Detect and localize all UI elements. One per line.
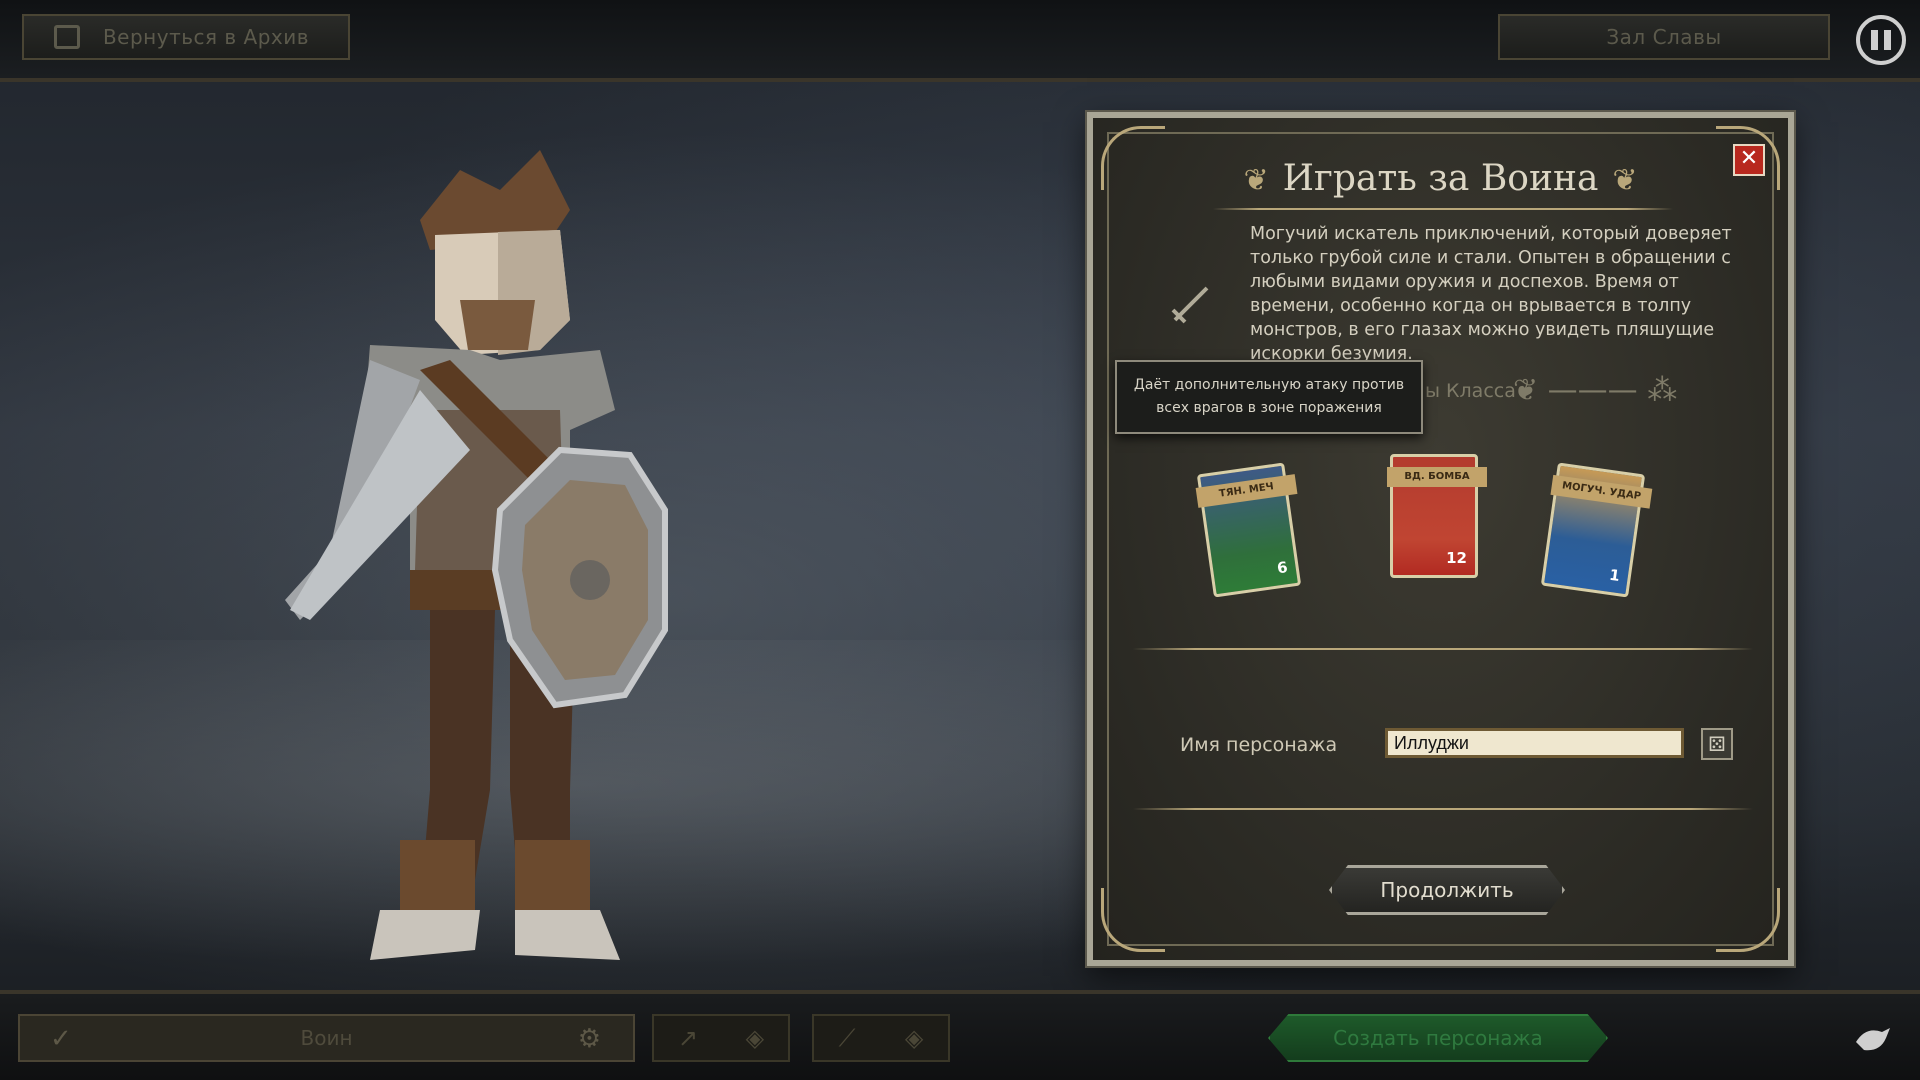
create-character-button[interactable]: Создать персонажа	[1268, 1014, 1608, 1062]
cards-divider	[1133, 648, 1753, 650]
skill-card-value: 6	[1275, 558, 1289, 578]
class-info-panel: ✕ ❦ Играть за Воина ❦ Могучий искатель при…	[1087, 112, 1794, 966]
pause-icon	[1871, 30, 1878, 50]
character-name-input[interactable]	[1385, 728, 1684, 758]
create-character-label: Создать персонажа	[1333, 1026, 1543, 1050]
panel-title-row: ❦ Играть за Воина ❦	[1093, 158, 1788, 199]
slot-shield-icon: ◈	[745, 1024, 765, 1052]
back-to-archive-label: Вернуться в Архив	[102, 25, 310, 49]
gear-icon: ⚙	[577, 1024, 601, 1054]
continue-label: Продолжить	[1380, 878, 1514, 902]
bottom-bar: ✓ Воин ⚙ ↗ ◈ ⟋ ◈ Создать персонажа	[0, 990, 1920, 1080]
equipment-slot-2[interactable]: ⟋ ◈	[812, 1014, 950, 1062]
check-icon: ✓	[50, 1024, 72, 1054]
sword-icon	[1171, 286, 1209, 324]
book-icon	[54, 25, 80, 49]
class-description: Могучий искатель приключений, который до…	[1250, 224, 1732, 364]
back-to-archive-button[interactable]: Вернуться в Архив	[22, 14, 350, 60]
skill-card-label: ВД. БОМБА	[1387, 467, 1487, 487]
skills-heading-ornament: ❦ ——— ⁂	[1513, 373, 1678, 408]
dice-icon: ⚄	[1708, 732, 1726, 756]
skill-card-value: 1	[1608, 565, 1622, 586]
equipment-slot-1[interactable]: ↗ ◈	[652, 1014, 790, 1062]
class-skills-heading: ы Класса	[1425, 380, 1516, 402]
scroll-ornament-right: ❦	[1612, 163, 1638, 198]
skill-tooltip: Даёт дополнительную атаку против всех вр…	[1115, 360, 1423, 434]
slot-arrow-icon: ↗	[677, 1024, 698, 1052]
skill-card-label: ТЯН. МЕЧ	[1195, 474, 1298, 508]
hall-of-fame-button[interactable]: Зал Славы	[1498, 14, 1830, 60]
skill-card-value: 12	[1446, 549, 1467, 567]
hall-of-fame-label: Зал Славы	[1606, 25, 1722, 49]
name-divider	[1133, 808, 1753, 810]
panel-title: Играть за Воина	[1282, 158, 1599, 199]
pause-button[interactable]	[1856, 15, 1906, 65]
scroll-ornament-left: ❦	[1243, 163, 1269, 198]
skill-card-mighty-strike[interactable]: МОГУЧ. УДАР 1	[1540, 462, 1653, 598]
pause-icon-bar	[1884, 30, 1891, 50]
slot-shield-icon: ◈	[904, 1024, 924, 1052]
bird-logo-icon	[1856, 1028, 1890, 1051]
skill-card-bomb[interactable]: ВД. БОМБА 12	[1387, 454, 1487, 578]
skill-card-heavy-sword[interactable]: ТЯН. МЕЧ 6	[1195, 462, 1302, 598]
class-selector-label: Воин	[300, 1026, 353, 1050]
slot-blade-icon: ⟋	[838, 1024, 856, 1052]
continue-button[interactable]: Продолжить	[1329, 865, 1565, 915]
random-name-button[interactable]: ⚄	[1701, 728, 1733, 760]
class-selector[interactable]: ✓ Воин ⚙	[18, 1014, 635, 1062]
warrior-character-model	[285, 150, 668, 960]
top-bar: Вернуться в Архив Зал Славы	[0, 0, 1920, 82]
title-divider	[1213, 208, 1673, 210]
character-name-label: Имя персонажа	[1180, 734, 1338, 756]
skill-card-label: МОГУЧ. УДАР	[1550, 474, 1653, 509]
